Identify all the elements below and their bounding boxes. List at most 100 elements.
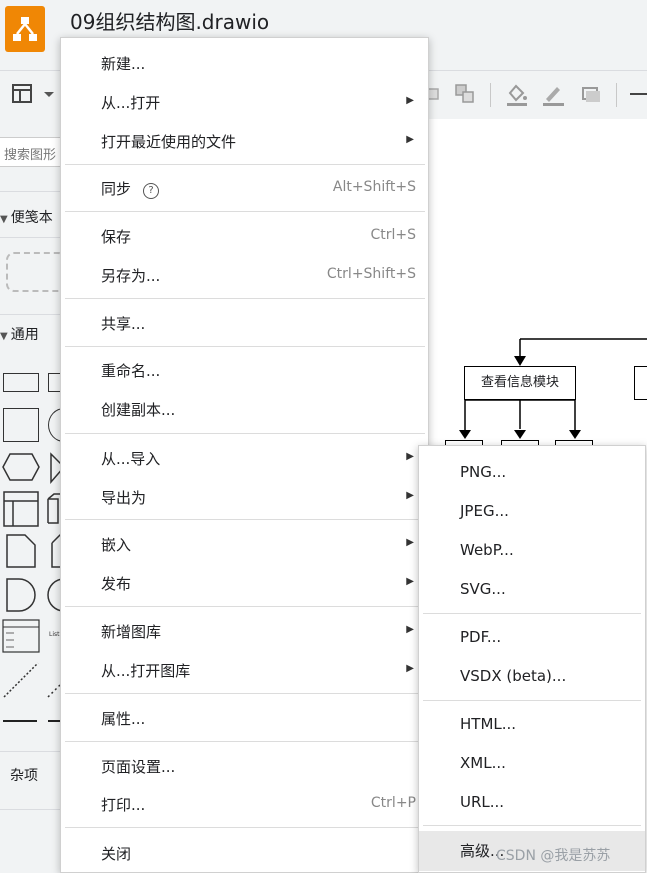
menu-item-save[interactable]: 保存 Ctrl+S [61,217,428,255]
menu-item-label: 保存 [101,228,132,246]
menu-item-label: 打印... [101,796,146,814]
menu-item-open-recent[interactable]: 打开最近使用的文件 ▶ [61,122,428,160]
menu-divider [65,298,425,299]
chevron-right-icon: ▶ [406,490,414,501]
caret-down-icon: ▼ [0,331,8,342]
export-svg[interactable]: SVG... [419,571,645,609]
panel-divider [0,751,64,752]
menu-item-open-from[interactable]: 从...打开 ▶ [61,83,428,121]
menu-divider [65,606,425,607]
submenu-item-label: XML... [460,754,506,772]
menu-item-new-library[interactable]: 新增图库 ▶ [61,612,428,650]
menu-item-open-library-from[interactable]: 从...打开图库 ▶ [61,651,428,689]
menu-item-share[interactable]: 共享... [61,304,428,342]
help-icon[interactable]: ? [143,183,160,199]
export-url[interactable]: URL... [419,784,645,822]
export-vsdx[interactable]: VSDX (beta)... [419,658,645,696]
menu-divider [65,519,425,520]
menu-shortcut: Ctrl+S [370,227,416,243]
menu-item-save-as[interactable]: 另存为... Ctrl+Shift+S [61,256,428,294]
menu-item-label: 重命名... [101,362,161,380]
delay-shape[interactable] [5,577,37,613]
group-icon[interactable] [452,81,478,107]
chevron-down-icon[interactable] [36,81,62,107]
rectangle-shape[interactable] [3,373,39,392]
document-title[interactable]: 09组织结构图.drawio [70,6,269,35]
menu-item-label: 新增图库 [101,623,162,641]
section-label: 通用 [10,327,39,343]
search-shapes-input[interactable]: 搜索图形 [0,137,62,167]
scratchpad-dropzone[interactable] [6,252,66,292]
hexagon-shape[interactable] [1,452,41,482]
section-general[interactable]: ▼ 通用 [0,324,39,344]
menu-item-properties[interactable]: 属性... [61,699,428,737]
panel-divider [0,314,64,315]
chevron-right-icon: ▶ [406,624,414,635]
chevron-right-icon: ▶ [406,451,414,462]
export-submenu: PNG... JPEG... WebP... SVG... PDF... VSD… [418,445,646,873]
menu-item-embed[interactable]: 嵌入 ▶ [61,525,428,563]
export-png[interactable]: PNG... [419,454,645,492]
export-pdf[interactable]: PDF... [419,619,645,657]
submenu-item-label: SVG... [460,580,506,598]
drawio-logo[interactable] [5,6,45,52]
dotted-line-shape[interactable] [2,661,40,699]
fill-color-icon[interactable] [504,81,530,107]
zoom-out-icon[interactable] [630,93,647,95]
chevron-right-icon: ▶ [406,576,414,587]
chevron-right-icon: ▶ [406,95,414,106]
drawio-logo-icon [13,17,37,41]
menu-item-label: 发布 [101,575,132,593]
export-jpeg[interactable]: JPEG... [419,493,645,531]
format-panel-icon[interactable] [10,81,36,107]
menu-item-label: 属性... [101,710,146,728]
watermark-text: CSDN @我是苏苏 [496,848,611,864]
square-shape[interactable] [3,408,39,442]
menu-item-publish[interactable]: 发布 ▶ [61,564,428,602]
submenu-item-label: URL... [460,793,505,811]
submenu-divider [423,700,641,701]
menu-item-label: 新建... [101,55,146,73]
menu-item-close[interactable]: 关闭 [61,834,428,872]
menu-divider [65,693,425,694]
menu-divider [65,346,425,347]
section-scratchpad[interactable]: ▼ 便笺本 [0,207,53,227]
menu-item-print[interactable]: 打印... Ctrl+P [61,785,428,823]
menu-item-label: 页面设置... [101,758,176,776]
menu-item-rename[interactable]: 重命名... [61,351,428,389]
menu-item-page-setup[interactable]: 页面设置... [61,747,428,785]
list-shape[interactable] [2,619,40,653]
panel-divider [0,809,64,810]
menu-item-export-as[interactable]: 导出为 ▶ [61,478,428,516]
export-webp[interactable]: WebP... [419,532,645,570]
menu-item-label: 关闭 [101,845,132,863]
menu-divider [65,827,425,828]
submenu-item-label: VSDX (beta)... [460,667,567,685]
panel-divider [0,191,64,192]
menu-item-new[interactable]: 新建... [61,44,428,82]
menu-divider [65,433,425,434]
diagram-node[interactable]: 查看信息模块 [464,366,576,400]
menu-item-sync[interactable]: 同步? Alt+Shift+S [61,169,428,207]
menu-item-import-from[interactable]: 从...导入 ▶ [61,439,428,477]
line-color-icon[interactable] [540,81,566,107]
submenu-item-label: WebP... [460,541,514,559]
line-shape[interactable] [3,720,37,722]
menu-item-duplicate[interactable]: 创建副本... [61,390,428,428]
diagram-node[interactable] [634,366,647,400]
submenu-item-label: PNG... [460,463,507,481]
export-html[interactable]: HTML... [419,706,645,744]
shadow-icon[interactable] [578,81,604,107]
toolbar-divider [616,83,617,107]
list-item-label[interactable]: List [49,631,60,638]
menu-shortcut: Alt+Shift+S [332,179,416,195]
menu-divider [65,211,425,212]
toolbar-divider [490,83,491,107]
container-shape[interactable] [3,491,39,527]
menu-item-label: 从...导入 [101,450,161,468]
export-xml[interactable]: XML... [419,745,645,783]
section-misc[interactable]: 杂项 [10,765,38,785]
submenu-item-label: HTML... [460,715,517,733]
document-shape[interactable] [5,533,37,569]
menu-item-label: 嵌入 [101,536,132,554]
